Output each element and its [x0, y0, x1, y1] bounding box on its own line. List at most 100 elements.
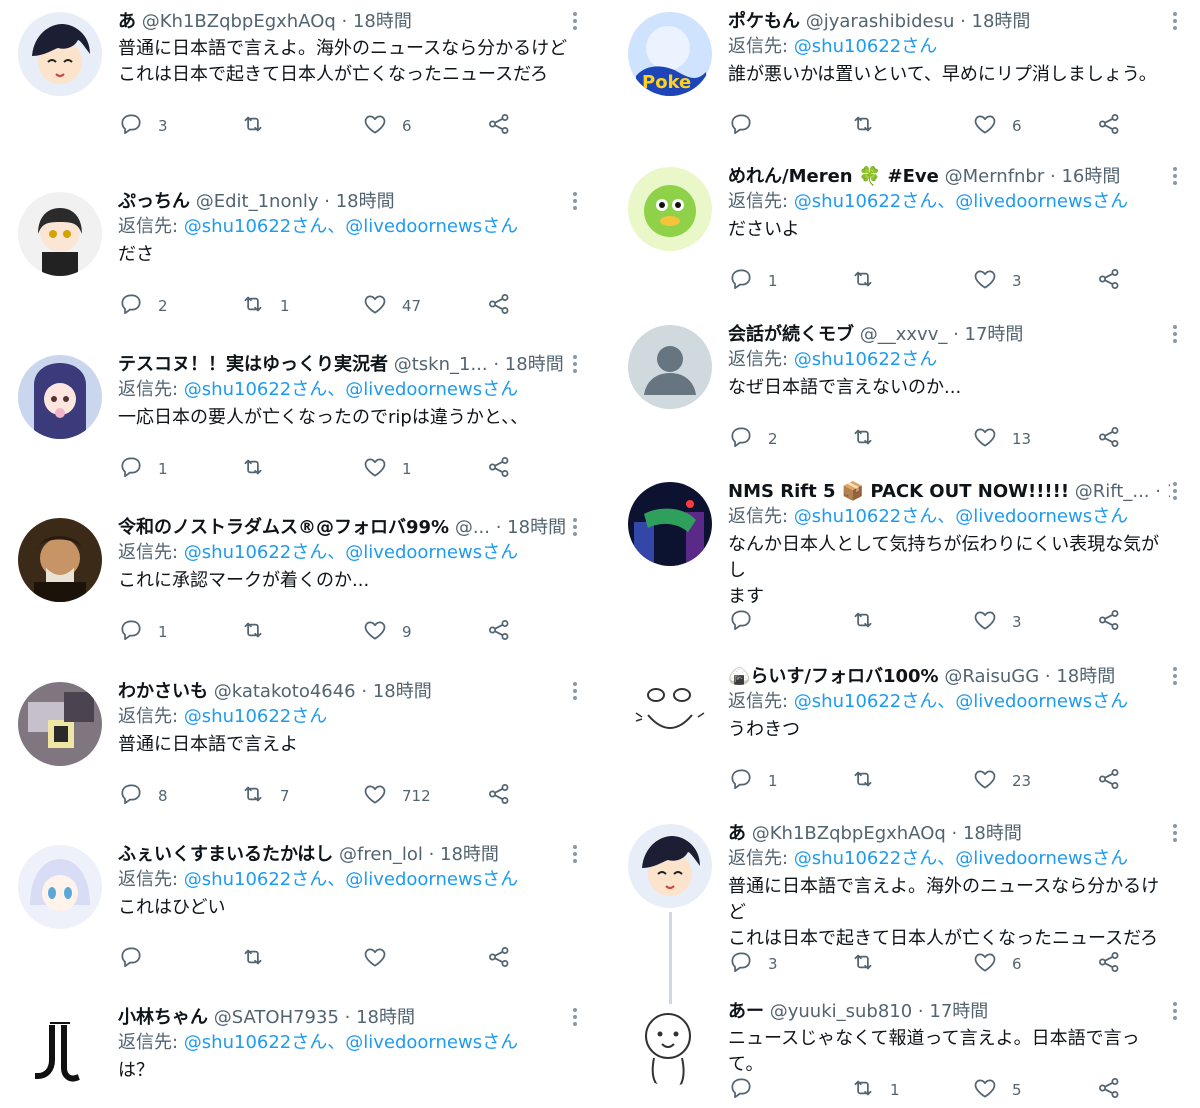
- share-button[interactable]: [486, 782, 512, 810]
- tweet[interactable]: わかさいも @katakoto4646 · 18時間 返信先: @shu10622…: [0, 670, 600, 834]
- timestamp[interactable]: 18時間: [440, 844, 499, 865]
- reply-to-mentions[interactable]: @shu10622さん、@livedoornewsさん: [184, 1032, 518, 1053]
- timestamp[interactable]: 18時間: [507, 517, 566, 538]
- like-button[interactable]: 47: [362, 292, 421, 320]
- reply-to-mentions[interactable]: @shu10622さん、@livedoornewsさん: [794, 191, 1128, 212]
- avatar[interactable]: Poke: [628, 12, 712, 96]
- retweet-button[interactable]: [850, 267, 890, 295]
- user-handle[interactable]: @RaisuGG: [944, 666, 1039, 687]
- reply-to-mentions[interactable]: @shu10622さん、@livedoornewsさん: [184, 216, 518, 237]
- retweet-button[interactable]: [240, 945, 280, 973]
- reply-to-mentions[interactable]: @shu10622さん、@livedoornewsさん: [794, 506, 1128, 527]
- display-name[interactable]: わかさいも: [118, 681, 208, 702]
- avatar[interactable]: [18, 518, 102, 602]
- share-button[interactable]: [1096, 767, 1122, 795]
- more-options-icon[interactable]: [1172, 1002, 1178, 1022]
- user-handle[interactable]: @...: [455, 517, 490, 538]
- reply-to-mentions[interactable]: @shu10622さん、@livedoornewsさん: [184, 542, 518, 563]
- reply-button[interactable]: [118, 945, 158, 973]
- reply-to-mentions[interactable]: @shu10622さん: [794, 349, 937, 370]
- tweet[interactable]: ふぇいくすまいるたかはし @fren_lol · 18時間 返信先: @shu10…: [0, 833, 600, 997]
- more-options-icon[interactable]: [572, 355, 578, 375]
- tweet[interactable]: Poke ポケもん @jyarashibidesu · 18時間 返信先: @shu…: [610, 0, 1200, 156]
- reply-to-mentions[interactable]: @shu10622さん、@livedoornewsさん: [794, 848, 1128, 869]
- share-button[interactable]: [1096, 950, 1122, 978]
- like-button[interactable]: 1: [362, 455, 412, 483]
- user-handle[interactable]: @fren_lol: [339, 844, 423, 865]
- like-button[interactable]: 9: [362, 618, 412, 646]
- timestamp[interactable]: 17時間: [1167, 481, 1170, 502]
- avatar[interactable]: [628, 167, 712, 251]
- user-handle[interactable]: @Mernfnbr: [945, 166, 1045, 187]
- avatar[interactable]: [18, 12, 102, 96]
- avatar[interactable]: [628, 1002, 712, 1086]
- user-handle[interactable]: @jyarashibidesu: [806, 11, 955, 32]
- user-handle[interactable]: @Kh1BZqbpEgxhAOq: [752, 823, 946, 844]
- reply-button[interactable]: 1: [118, 455, 168, 483]
- reply-button[interactable]: 1: [728, 767, 778, 795]
- reply-button[interactable]: 2: [728, 425, 778, 453]
- avatar[interactable]: [18, 355, 102, 439]
- timestamp[interactable]: 18時間: [972, 11, 1031, 32]
- display-name[interactable]: 会話が続くモブ: [728, 324, 854, 345]
- tweet[interactable]: めれん/Meren 🍀 #Eve @Mernfnbr · 16時間 返信先: @s…: [610, 155, 1200, 314]
- tweet[interactable]: 🍙らいす/フォロバ100% @RaisuGG · 18時間 返信先: @shu10…: [610, 655, 1200, 813]
- retweet-button[interactable]: 1: [240, 292, 290, 320]
- more-options-icon[interactable]: [1172, 167, 1178, 187]
- reply-button[interactable]: [728, 1076, 768, 1104]
- like-button[interactable]: 6: [972, 112, 1022, 140]
- like-button[interactable]: [362, 945, 402, 973]
- retweet-button[interactable]: [850, 767, 890, 795]
- more-options-icon[interactable]: [1172, 12, 1178, 32]
- reply-button[interactable]: 2: [118, 292, 168, 320]
- avatar[interactable]: [628, 824, 712, 908]
- display-name[interactable]: めれん/Meren 🍀 #Eve: [728, 166, 939, 187]
- avatar[interactable]: [18, 845, 102, 929]
- like-button[interactable]: 3: [972, 267, 1022, 295]
- tweet[interactable]: あー @yuuki_sub810 · 17時間 ニュースじゃなくて報道って言えよ。…: [610, 990, 1200, 1108]
- timestamp[interactable]: 18時間: [336, 191, 395, 212]
- tweet[interactable]: 会話が続くモブ @__xxvv_ · 17時間 返信先: @shu10622さんな…: [610, 313, 1200, 471]
- more-options-icon[interactable]: [1172, 325, 1178, 345]
- user-handle[interactable]: @yuuki_sub810: [770, 1001, 912, 1022]
- like-button[interactable]: 6: [972, 950, 1022, 978]
- retweet-button[interactable]: [240, 618, 280, 646]
- timestamp[interactable]: 18時間: [963, 823, 1022, 844]
- share-button[interactable]: [486, 945, 512, 973]
- timestamp[interactable]: 18時間: [373, 681, 432, 702]
- reply-button[interactable]: 1: [728, 267, 778, 295]
- display-name[interactable]: 令和のノストラダムス®@フォロバ99%: [118, 517, 449, 538]
- display-name[interactable]: 🍙らいす/フォロバ100%: [728, 666, 939, 687]
- like-button[interactable]: 712: [362, 782, 431, 810]
- share-button[interactable]: [1096, 1076, 1122, 1104]
- reply-button[interactable]: [728, 608, 768, 636]
- more-options-icon[interactable]: [1172, 482, 1178, 502]
- share-button[interactable]: [486, 455, 512, 483]
- share-button[interactable]: [1096, 267, 1122, 295]
- reply-to-mentions[interactable]: @shu10622さん: [794, 36, 937, 57]
- retweet-button[interactable]: 1: [850, 1076, 900, 1104]
- tweet[interactable]: NMS Rift 5 📦 PACK OUT NOW!!!!! @Rift_...…: [610, 470, 1200, 656]
- more-options-icon[interactable]: [572, 518, 578, 538]
- tweet[interactable]: あ @Kh1BZqbpEgxhAOq · 18時間 返信先: @shu10622さ…: [610, 812, 1200, 990]
- avatar[interactable]: [628, 325, 712, 409]
- avatar[interactable]: [18, 682, 102, 766]
- avatar[interactable]: [628, 667, 712, 751]
- display-name[interactable]: ふぇいくすまいるたかはし: [118, 844, 333, 865]
- tweet[interactable]: 小林ちゃん @SATOH7935 · 18時間 返信先: @shu10622さん、…: [0, 996, 600, 1108]
- display-name[interactable]: あー: [728, 1001, 764, 1022]
- display-name[interactable]: ぷっちん: [118, 191, 190, 212]
- display-name[interactable]: あ: [118, 11, 136, 32]
- reply-to-mentions[interactable]: @shu10622さん: [184, 706, 327, 727]
- timestamp[interactable]: 18時間: [353, 11, 412, 32]
- timestamp[interactable]: 17時間: [965, 324, 1024, 345]
- user-handle[interactable]: @SATOH7935: [214, 1007, 339, 1028]
- more-options-icon[interactable]: [572, 682, 578, 702]
- more-options-icon[interactable]: [572, 12, 578, 32]
- share-button[interactable]: [486, 618, 512, 646]
- retweet-button[interactable]: [850, 950, 890, 978]
- tweet[interactable]: ぷっちん @Edit_1nonly · 18時間 返信先: @shu10622さん…: [0, 180, 600, 344]
- display-name[interactable]: ポケもん: [728, 11, 800, 32]
- display-name[interactable]: あ: [728, 823, 746, 844]
- retweet-button[interactable]: [850, 425, 890, 453]
